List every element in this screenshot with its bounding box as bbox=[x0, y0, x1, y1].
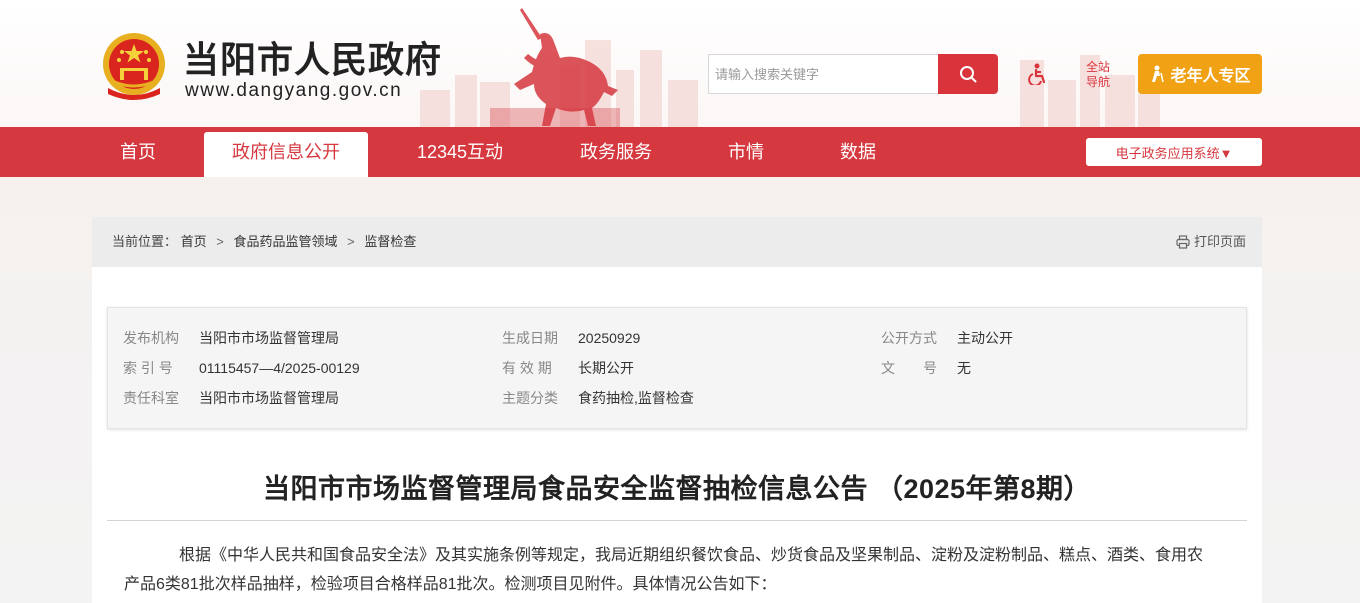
article-container: 发布机构 当阳市市场监督管理局 生成日期 20250929 公开方式 主动公开 索 引… bbox=[92, 267, 1262, 603]
meta-label: 文 号 bbox=[881, 360, 937, 376]
breadcrumb-home[interactable]: 首页 bbox=[181, 234, 207, 249]
article-title: 当阳市市场监督管理局食品安全监督抽检信息公告 （2025年第8期） bbox=[262, 474, 1092, 504]
e-gov-system-dropdown[interactable]: 电子政务应用系统▼ bbox=[1086, 138, 1262, 166]
meta-value: 当阳市市场监督管理局 bbox=[199, 330, 339, 346]
meta-doc-number: 文 号无 bbox=[881, 358, 971, 378]
meta-label: 主题分类 bbox=[502, 390, 558, 406]
meta-value: 长期公开 bbox=[578, 360, 634, 376]
meta-publisher: 发布机构 当阳市市场监督管理局 bbox=[123, 328, 339, 348]
nav-item-gov-service[interactable]: 政务服务 bbox=[560, 127, 672, 177]
printer-icon bbox=[1176, 235, 1190, 249]
guide-label-line1: 全站 bbox=[1085, 60, 1110, 74]
meta-value: 食药抽检,监督检查 bbox=[578, 390, 694, 406]
elder-zone-label: 老年人专区 bbox=[1170, 68, 1251, 85]
print-page-button[interactable]: 打印页面 bbox=[1176, 217, 1246, 267]
title-divider bbox=[107, 520, 1247, 521]
national-emblem-icon bbox=[103, 33, 165, 100]
meta-label: 索 引 号 bbox=[123, 360, 173, 376]
main-nav: 首页 政府信息公开 12345互动 政务服务 市情 数据 电子政务应用系统▼ bbox=[0, 127, 1360, 177]
meta-value: 无 bbox=[957, 360, 971, 376]
article-body: 根据《中华人民共和国食品安全法》及其实施条例等规定，我局近期组织餐饮食品、炒货食… bbox=[124, 541, 1217, 599]
meta-value: 20250929 bbox=[578, 330, 641, 346]
meta-validity: 有 效 期 长期公开 bbox=[502, 358, 634, 378]
meta-value: 01115457—4/2025-00129 bbox=[199, 360, 360, 376]
site-header: 当阳市人民政府 www.dangyang.gov.cn 全站 导航 bbox=[0, 0, 1360, 127]
meta-topic: 主题分类 食药抽检,监督检查 bbox=[502, 388, 694, 408]
meta-index: 索 引 号 01115457—4/2025-00129 bbox=[123, 358, 360, 378]
site-title: 当阳市人民政府 bbox=[183, 39, 443, 81]
accessibility-button[interactable] bbox=[1026, 62, 1050, 86]
meta-label: 发布机构 bbox=[123, 330, 179, 346]
breadcrumb-food-drug[interactable]: 食品药品监管领域 bbox=[234, 234, 338, 249]
meta-label: 有 效 期 bbox=[502, 360, 552, 376]
search-input[interactable] bbox=[708, 54, 938, 94]
wheelchair-icon bbox=[1028, 63, 1046, 85]
nav-item-city-info[interactable]: 市情 bbox=[712, 127, 780, 177]
meta-value: 主动公开 bbox=[957, 330, 1013, 346]
search-icon bbox=[960, 66, 977, 83]
article-paragraph-line: 产品6类81批次样品抽样，检验项目合格样品81批次。检测项目见附件。具体情况公告… bbox=[124, 576, 777, 593]
search-button[interactable] bbox=[938, 54, 998, 94]
breadcrumb-separator: > bbox=[216, 234, 224, 249]
elder-person-icon bbox=[1152, 65, 1165, 83]
breadcrumb-inspection[interactable]: 监督检查 bbox=[364, 234, 416, 249]
meta-label: 生成日期 bbox=[502, 330, 558, 346]
guide-label-line2: 导航 bbox=[1085, 75, 1110, 89]
meta-date: 生成日期 20250929 bbox=[502, 328, 640, 348]
nav-item-gov-info[interactable]: 政府信息公开 bbox=[204, 132, 368, 177]
breadcrumb-prefix: 当前位置： bbox=[112, 234, 178, 249]
site-guide-link[interactable]: 全站 导航 bbox=[1084, 60, 1112, 90]
breadcrumb-separator: > bbox=[347, 234, 355, 249]
nav-item-data[interactable]: 数据 bbox=[824, 127, 892, 177]
elder-zone-button[interactable]: 老年人专区 bbox=[1138, 54, 1262, 94]
nav-item-12345[interactable]: 12345互动 bbox=[396, 127, 524, 177]
document-meta-table: 发布机构 当阳市市场监督管理局 生成日期 20250929 公开方式 主动公开 索 引… bbox=[107, 307, 1247, 429]
meta-label: 公开方式 bbox=[881, 330, 937, 346]
print-page-label: 打印页面 bbox=[1193, 234, 1246, 249]
breadcrumb: 当前位置： 首页 > 食品药品监管领域 > 监督检查 打印页面 bbox=[92, 217, 1262, 267]
nav-item-home[interactable]: 首页 bbox=[96, 127, 180, 177]
site-url: www.dangyang.gov.cn bbox=[185, 80, 403, 101]
article-paragraph-line: 根据《中华人民共和国食品安全法》及其实施条例等规定，我局近期组织餐饮食品、炒货食… bbox=[179, 547, 1204, 564]
statue-decoration bbox=[490, 8, 620, 127]
meta-label: 责任科室 bbox=[123, 390, 179, 406]
meta-department: 责任科室 当阳市市场监督管理局 bbox=[123, 388, 339, 408]
meta-value: 当阳市市场监督管理局 bbox=[199, 390, 339, 406]
meta-disclosure-mode: 公开方式 主动公开 bbox=[881, 328, 1013, 348]
